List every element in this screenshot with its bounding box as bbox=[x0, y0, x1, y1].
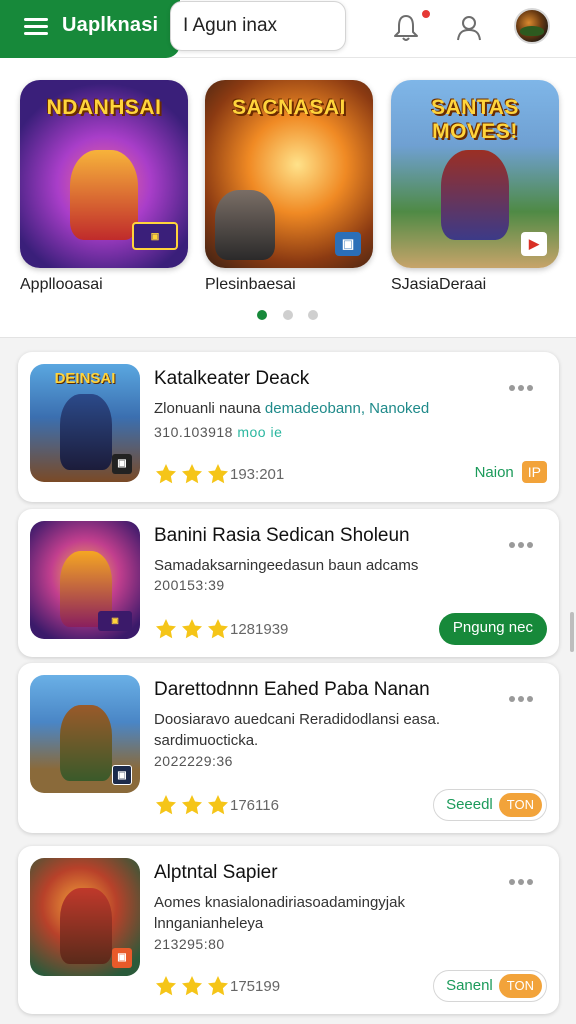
app-list-item[interactable]: DEINSAI ▣ Katalkeater Deack Zlonuanli na… bbox=[18, 352, 559, 502]
scrollbar[interactable] bbox=[570, 612, 574, 652]
app-name: Alptntal Sapier bbox=[154, 862, 278, 883]
game-logo-icon: ▣ bbox=[132, 222, 178, 250]
app-action-button[interactable]: Pngung nec bbox=[438, 613, 547, 645]
star-icon bbox=[156, 619, 176, 639]
rating-count: 193:201 bbox=[230, 466, 285, 483]
thumbnail-title: DEINSAI bbox=[54, 370, 116, 387]
hero-illustration bbox=[60, 705, 112, 781]
hero-illustration bbox=[60, 888, 112, 964]
hamburger-menu-icon[interactable] bbox=[24, 16, 48, 38]
user-icon[interactable] bbox=[451, 10, 487, 46]
star-icon bbox=[156, 464, 176, 484]
hero-illustration bbox=[60, 394, 112, 470]
app-action-button[interactable]: Sanenl TON bbox=[433, 970, 547, 1002]
game-logo-icon: ▣ bbox=[98, 611, 132, 631]
more-options-icon[interactable] bbox=[509, 872, 543, 885]
bell-icon[interactable] bbox=[388, 8, 432, 46]
rating-count: 176116 bbox=[230, 797, 279, 814]
star-icon bbox=[208, 976, 228, 996]
featured-art-title: NDANHSAI bbox=[46, 96, 162, 119]
notification-badge bbox=[420, 8, 432, 20]
star-icon bbox=[182, 976, 202, 996]
app-name: Banini Rasia Sedican Sholeun bbox=[154, 525, 410, 546]
hero-illustration bbox=[441, 150, 509, 240]
game-logo-icon: ▣ bbox=[112, 948, 132, 968]
app-thumbnail: ▣ bbox=[30, 858, 140, 976]
app-meta: 213295:80 bbox=[154, 936, 225, 952]
avatar[interactable] bbox=[514, 8, 550, 44]
app-list-item[interactable]: ▣ Darettodnnn Eahed Paba Nanan Doosiarav… bbox=[18, 663, 559, 833]
app-action-button[interactable]: Seeedl TON bbox=[433, 789, 547, 821]
featured-card[interactable]: SANTAS MOVES! ▶ bbox=[391, 80, 559, 268]
app-action-button[interactable]: Naion IP bbox=[475, 458, 547, 490]
star-icon bbox=[182, 795, 202, 815]
app-list-item[interactable]: ▣ Banini Rasia Sedican Sholeun Samadaksa… bbox=[18, 509, 559, 657]
rating-stars bbox=[154, 617, 232, 641]
game-logo-icon: ▣ bbox=[112, 765, 132, 785]
app-thumbnail: ▣ bbox=[30, 521, 140, 639]
app-meta: 200153:39 bbox=[154, 577, 225, 593]
featured-card-label: Plesinbaesai bbox=[205, 276, 296, 293]
app-thumbnail: ▣ bbox=[30, 675, 140, 793]
featured-card[interactable]: NDANHSAI ▣ bbox=[20, 80, 188, 268]
carousel-dot[interactable] bbox=[283, 310, 293, 320]
star-icon bbox=[182, 619, 202, 639]
featured-carousel: NDANHSAI ▣ Appllooasai SACNASAI ▣ Plesin… bbox=[0, 58, 576, 338]
app-description: Zlonuanli nauna demadeobann, Nanoked bbox=[154, 400, 430, 417]
featured-card-label: Appllooasai bbox=[20, 276, 103, 293]
app-meta: 310.103918 moo ie bbox=[154, 424, 283, 440]
star-icon bbox=[182, 464, 202, 484]
hero-illustration bbox=[215, 190, 275, 260]
app-description: Samadaksarningeedasun baun adcams bbox=[154, 557, 419, 574]
app-name: Katalkeater Deack bbox=[154, 368, 310, 389]
more-options-icon[interactable] bbox=[509, 535, 543, 548]
star-icon bbox=[208, 619, 228, 639]
app-list-item[interactable]: ▣ Alptntal Sapier Aomes knasialonadirias… bbox=[18, 846, 559, 1014]
featured-card[interactable]: SACNASAI ▣ bbox=[205, 80, 373, 268]
star-icon bbox=[208, 464, 228, 484]
search-input[interactable] bbox=[183, 12, 333, 40]
rating-count: 1281939 bbox=[230, 621, 289, 638]
app-name: Darettodnnn Eahed Paba Nanan bbox=[154, 679, 430, 700]
more-options-icon[interactable] bbox=[509, 378, 543, 391]
star-icon bbox=[208, 795, 228, 815]
rating-stars bbox=[154, 793, 232, 817]
more-options-icon[interactable] bbox=[509, 689, 543, 702]
app-thumbnail: DEINSAI ▣ bbox=[30, 364, 140, 482]
rating-stars bbox=[154, 462, 232, 486]
star-icon bbox=[156, 976, 176, 996]
game-logo-icon: ▣ bbox=[112, 454, 132, 474]
featured-art-title: SACNASAI bbox=[232, 96, 346, 119]
star-icon bbox=[156, 795, 176, 815]
carousel-dot[interactable] bbox=[308, 310, 318, 320]
rating-stars bbox=[154, 974, 232, 998]
carousel-dot[interactable] bbox=[257, 310, 267, 320]
search-box[interactable] bbox=[170, 1, 346, 51]
game-badge-icon: ▣ bbox=[335, 232, 361, 256]
hero-illustration bbox=[70, 150, 138, 240]
play-badge-icon: ▶ bbox=[521, 232, 547, 256]
app-title: Uaplknasi bbox=[62, 14, 159, 36]
featured-art-title: SANTAS MOVES! bbox=[431, 96, 519, 143]
app-description: Doosiaravo auedcani Reradidodlansi easa.… bbox=[154, 711, 441, 749]
app-description: Aomes knasialonadiriasoadamingyjak lnnga… bbox=[154, 894, 405, 932]
rating-count: 175199 bbox=[230, 978, 281, 995]
app-meta: 2022229:36 bbox=[154, 753, 233, 769]
featured-card-label: SJasiaDeraai bbox=[391, 276, 487, 293]
app-header: Uaplknasi bbox=[0, 0, 576, 58]
brand-bar: Uaplknasi bbox=[0, 0, 180, 58]
